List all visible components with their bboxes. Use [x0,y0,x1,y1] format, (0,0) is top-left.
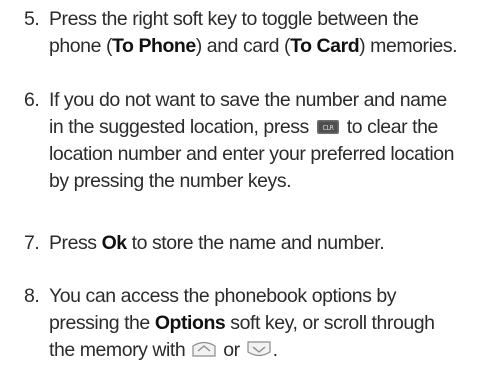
ok-label: Ok [101,232,128,254]
step-8: 8. You can access the phonebook options … [24,283,494,364]
step-text-fragment: ) and card ( [195,35,291,57]
step-text-fragment: Press [49,232,102,254]
step-text-fragment: phone ( [49,35,112,57]
step-text: Press Ok to store the name and number. [49,230,494,257]
step-line: If you do not want to save the number an… [49,89,447,111]
step-number: 7. [24,232,40,254]
step-text-fragment: or [218,339,245,361]
svg-text:CLR: CLR [322,124,334,132]
step-text-fragment: soft key, or scroll through [225,312,435,334]
step-6: 6. If you do not want to save the number… [24,87,494,195]
step-text-fragment: to store the name and number. [126,232,385,254]
step-text-fragment: pressing the [49,312,155,334]
clear-key-icon: CLR [316,120,339,134]
step-text: If you do not want to save the number an… [49,87,494,195]
step-line: You can access the phonebook options by [49,285,397,307]
step-text-fragment: in the suggested location, press [49,116,309,138]
to-card-label: To Card [290,35,360,57]
step-number: 8. [24,285,40,307]
to-phone-label: To Phone [112,35,196,57]
options-label: Options [154,312,226,334]
step-line: location number and enter your preferred… [49,143,455,165]
step-text: Press the right soft key to toggle betwe… [49,6,494,60]
step-line: by pressing the number keys. [49,170,292,192]
step-text: You can access the phonebook options by … [49,283,494,364]
step-number: 5. [24,8,40,30]
scroll-up-key-icon [192,341,216,357]
step-number: 6. [24,89,40,111]
scroll-down-key-icon [247,341,271,357]
step-text-fragment: the memory with [49,339,186,361]
step-line: Press the right soft key to toggle betwe… [49,8,419,30]
step-7: 7. Press Ok to store the name and number… [24,230,494,257]
step-5: 5. Press the right soft key to toggle be… [24,6,494,60]
step-text-fragment: to clear the [346,116,439,138]
manual-page: 5. Press the right soft key to toggle be… [0,0,497,376]
step-text-fragment: . [272,339,278,361]
step-text-fragment: ) memories. [359,35,458,57]
